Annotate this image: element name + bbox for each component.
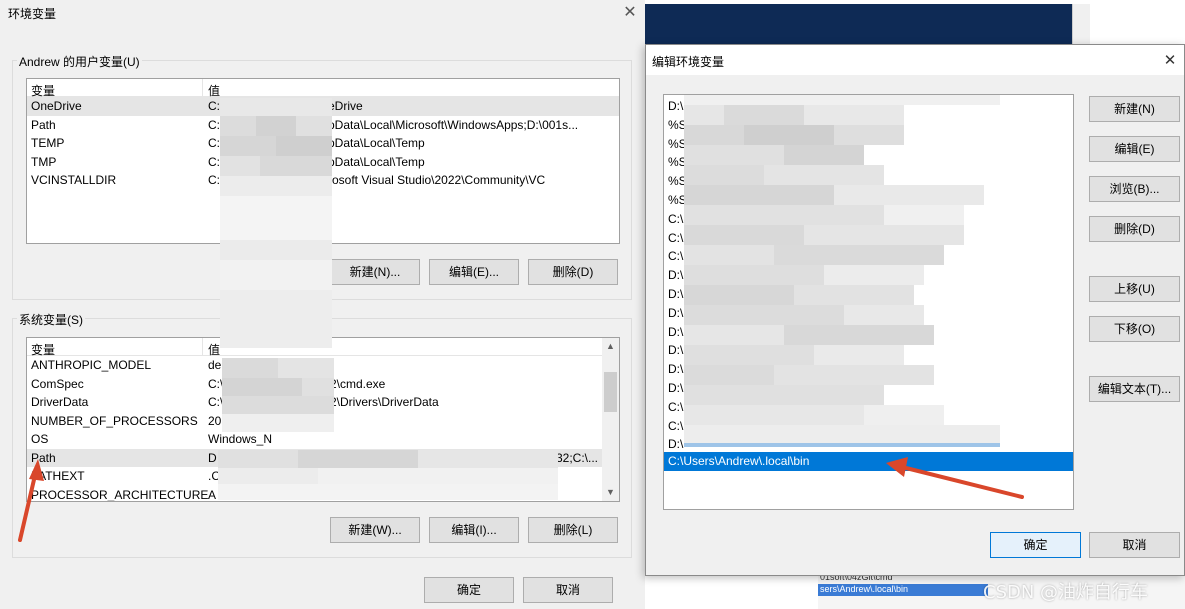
variable-value: 20 bbox=[208, 413, 222, 428]
variable-name: ANTHROPIC_MODEL bbox=[31, 358, 152, 372]
variable-name: ComSpec bbox=[31, 376, 84, 391]
watermark: CSDN @油炸自行车 bbox=[983, 582, 1149, 603]
user-variables-title: Andrew 的用户变量(U) bbox=[17, 53, 142, 70]
cancel-button[interactable]: 取消 bbox=[1089, 532, 1180, 558]
edit-text-button[interactable]: 编辑文本(T)... bbox=[1089, 376, 1180, 402]
vertical-scrollbar[interactable]: ▲ ▼ bbox=[602, 338, 619, 501]
variable-name: TMP bbox=[31, 154, 57, 169]
user-new-button[interactable]: 新建(N)... bbox=[330, 259, 420, 285]
path-entries-list[interactable]: D:\ %S %S %S %S %S C:\ C:\ C:\ D:\ D:\ D… bbox=[663, 94, 1074, 510]
variable-value-tail: 2\cmd.exe bbox=[330, 376, 386, 391]
background-selected-path-line: sers\Andrew\.local\bin bbox=[818, 584, 988, 596]
variable-name: OneDrive bbox=[31, 99, 82, 113]
edit-environment-variable-dialog: 编辑环境变量 ✕ D:\ %S %S %S %S %S C:\ C:\ C:\ … bbox=[645, 44, 1185, 576]
variable-value: A bbox=[208, 487, 217, 502]
annotation-arrow-icon bbox=[18, 459, 44, 542]
user-edit-button[interactable]: 编辑(E)... bbox=[429, 259, 519, 285]
variable-name: OS bbox=[31, 432, 49, 446]
scroll-thumb[interactable] bbox=[604, 372, 617, 412]
edit-button[interactable]: 编辑(E) bbox=[1089, 136, 1180, 162]
background-navy-panel bbox=[645, 4, 1072, 44]
variable-value-tail: rosoft Visual Studio\2022\Community\VC bbox=[328, 173, 546, 187]
system-edit-button[interactable]: 编辑(I)... bbox=[429, 517, 519, 543]
dialog-title: 编辑环境变量 bbox=[652, 55, 725, 69]
close-icon[interactable]: ✕ bbox=[620, 2, 640, 22]
variable-value-tail: 32;C:\... bbox=[556, 450, 599, 465]
cancel-button[interactable]: 取消 bbox=[523, 577, 613, 603]
redaction-mosaic bbox=[684, 95, 1000, 451]
variable-name: VCINSTALLDIR bbox=[31, 173, 117, 187]
redaction-mosaic bbox=[222, 358, 334, 432]
variable-name: DriverData bbox=[31, 395, 89, 409]
redaction-mosaic bbox=[218, 450, 558, 500]
environment-variables-dialog: 环境变量 ✕ Andrew 的用户变量(U) 变量 值 OneDrive C:\… bbox=[0, 0, 645, 609]
user-delete-button[interactable]: 删除(D) bbox=[528, 259, 618, 285]
variable-value-tail: pData\Local\Temp bbox=[328, 154, 425, 169]
scroll-up-icon[interactable]: ▲ bbox=[602, 338, 619, 355]
variable-value-tail: pData\Local\Microsoft\WindowsApps;D:\001… bbox=[328, 117, 579, 132]
variable-value-tail: 2\Drivers\DriverData bbox=[330, 395, 439, 409]
variable-value: de bbox=[208, 358, 222, 372]
variable-name: PROCESSOR_ARCHITECTURE bbox=[31, 487, 209, 502]
variable-name: Path bbox=[31, 117, 56, 132]
move-up-button[interactable]: 上移(U) bbox=[1089, 276, 1180, 302]
ok-button[interactable]: 确定 bbox=[990, 532, 1081, 558]
variable-name: NUMBER_OF_PROCESSORS bbox=[31, 413, 198, 428]
system-delete-button[interactable]: 删除(L) bbox=[528, 517, 618, 543]
close-icon[interactable]: ✕ bbox=[1160, 50, 1180, 70]
new-button[interactable]: 新建(N) bbox=[1089, 96, 1180, 122]
variable-value-tail: pData\Local\Temp bbox=[328, 136, 425, 150]
annotation-arrow-icon bbox=[886, 457, 1024, 499]
delete-button[interactable]: 删除(D) bbox=[1089, 216, 1180, 242]
ok-button[interactable]: 确定 bbox=[424, 577, 514, 603]
title-bar: 编辑环境变量 ✕ bbox=[646, 45, 1184, 75]
system-new-button[interactable]: 新建(W)... bbox=[330, 517, 420, 543]
scroll-down-icon[interactable]: ▼ bbox=[602, 484, 619, 501]
move-down-button[interactable]: 下移(O) bbox=[1089, 316, 1180, 342]
variable-value-tail: eDrive bbox=[328, 99, 363, 113]
dialog-title: 环境变量 bbox=[8, 7, 57, 21]
column-separator bbox=[202, 338, 203, 356]
list-header: 变量 值 bbox=[27, 79, 619, 98]
browse-button[interactable]: 浏览(B)... bbox=[1089, 176, 1180, 202]
column-separator bbox=[202, 79, 203, 97]
redaction-mosaic bbox=[220, 98, 332, 348]
background-scroll-strip bbox=[1072, 4, 1090, 44]
system-variables-title: 系统变量(S) bbox=[17, 311, 85, 328]
variable-value: Windows_N bbox=[208, 432, 273, 446]
variable-name: TEMP bbox=[31, 136, 65, 150]
variable-value: D bbox=[208, 450, 217, 465]
list-item[interactable]: OS Windows_N bbox=[27, 430, 619, 449]
